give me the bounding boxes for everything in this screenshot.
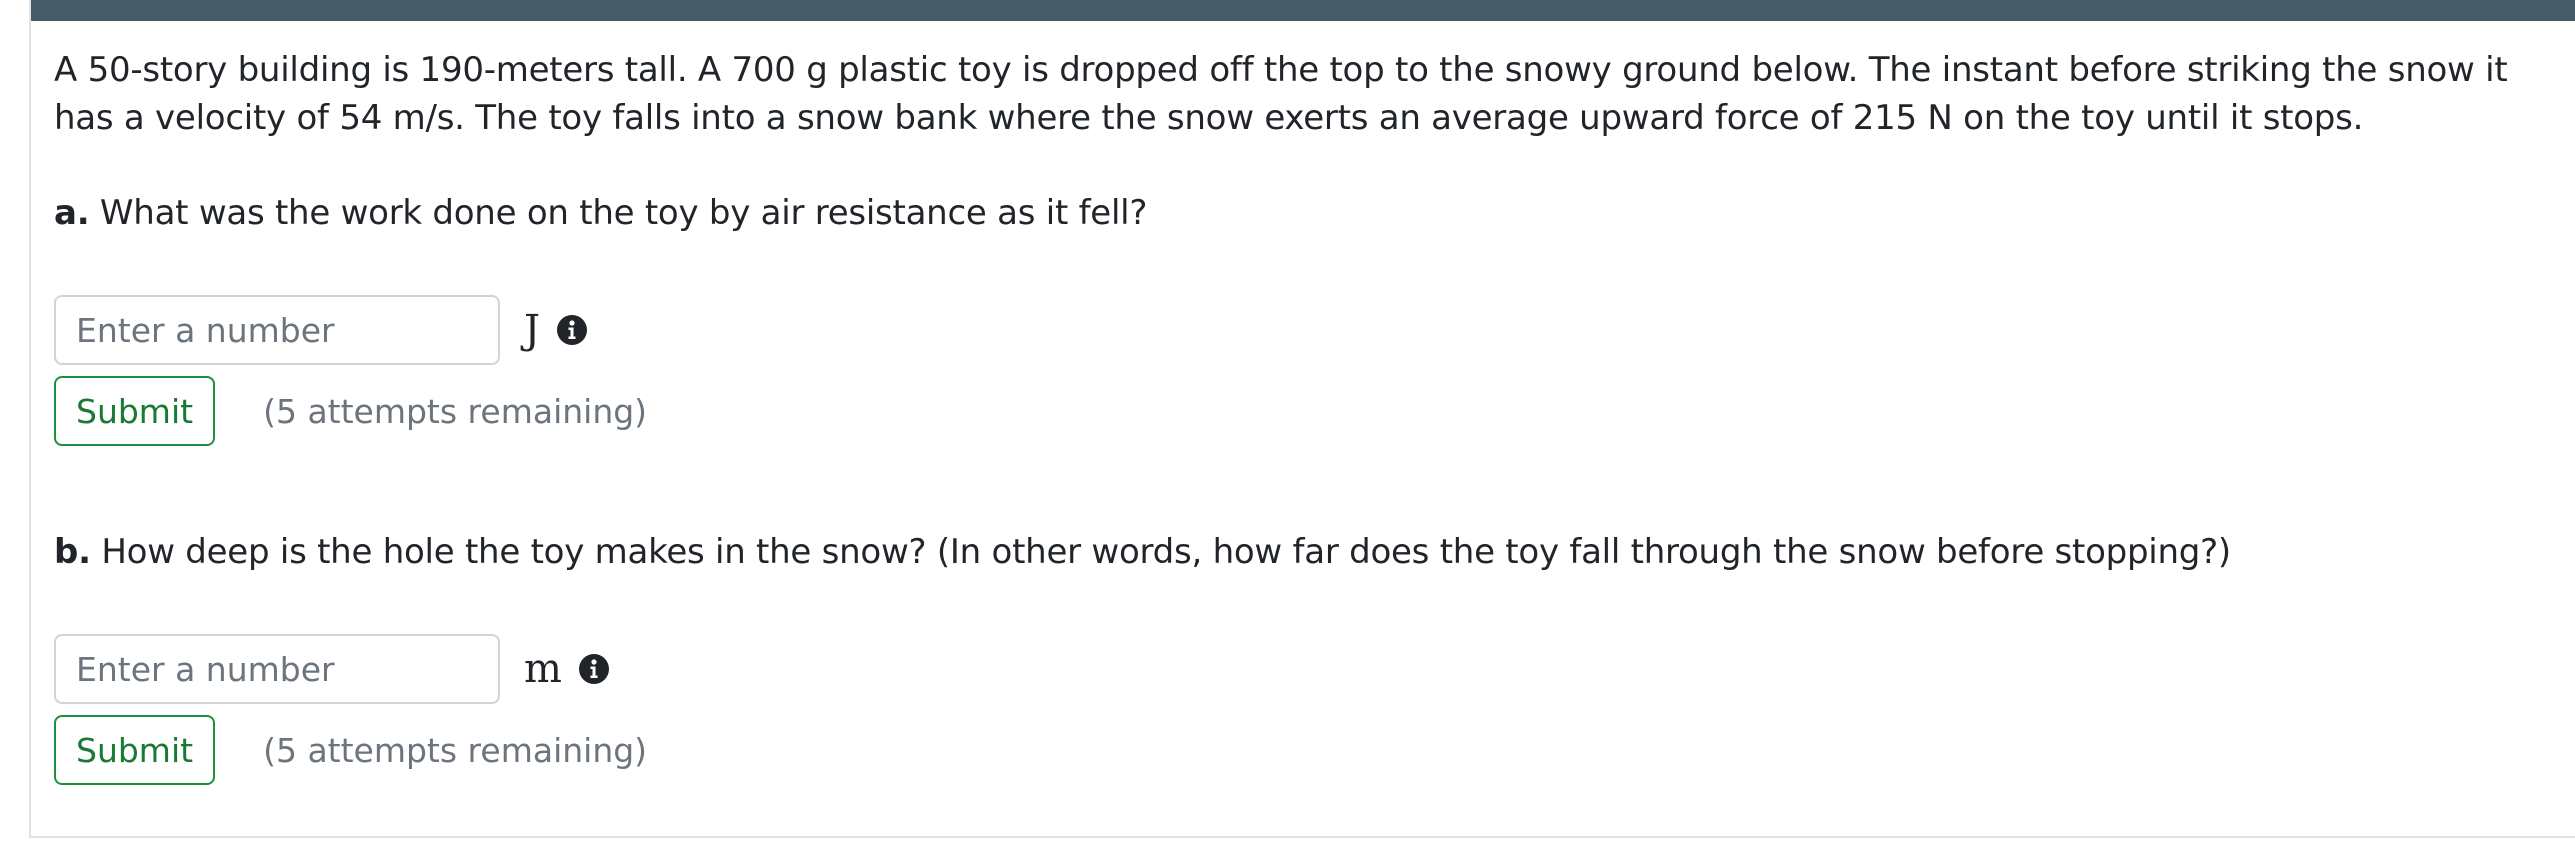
part-a-question: a. What was the work done on the toy by … (54, 189, 1147, 237)
part-a-submit-row: Submit (5 attempts remaining) (54, 376, 647, 446)
info-circle-icon[interactable] (556, 314, 588, 346)
card-header-bar (31, 0, 2575, 21)
part-a-submit-button[interactable]: Submit (54, 376, 216, 446)
part-a-text: What was the work done on the toy by air… (99, 193, 1148, 233)
part-b-input-row: m (54, 634, 610, 704)
part-b-answer-input[interactable] (54, 634, 500, 704)
part-b-submit-button[interactable]: Submit (54, 715, 216, 785)
part-a-input-row: J (54, 295, 588, 365)
part-a-unit: J (524, 307, 541, 353)
part-b-letter: b. (54, 532, 91, 572)
part-b-attempts-remaining: (5 attempts remaining) (263, 730, 648, 770)
info-circle-icon[interactable] (578, 653, 610, 685)
part-b-submit-row: Submit (5 attempts remaining) (54, 715, 647, 785)
question-card: A 50-story building is 190-meters tall. … (29, 0, 2575, 838)
part-b-unit: m (524, 646, 562, 692)
part-b-question: b. How deep is the hole the toy makes in… (54, 528, 2231, 576)
part-a-letter: a. (54, 193, 90, 233)
problem-statement: A 50-story building is 190-meters tall. … (54, 50, 2508, 138)
part-a-answer-input[interactable] (54, 295, 500, 365)
part-a-attempts-remaining: (5 attempts remaining) (263, 391, 648, 431)
part-b-text: How deep is the hole the toy makes in th… (101, 532, 2231, 572)
